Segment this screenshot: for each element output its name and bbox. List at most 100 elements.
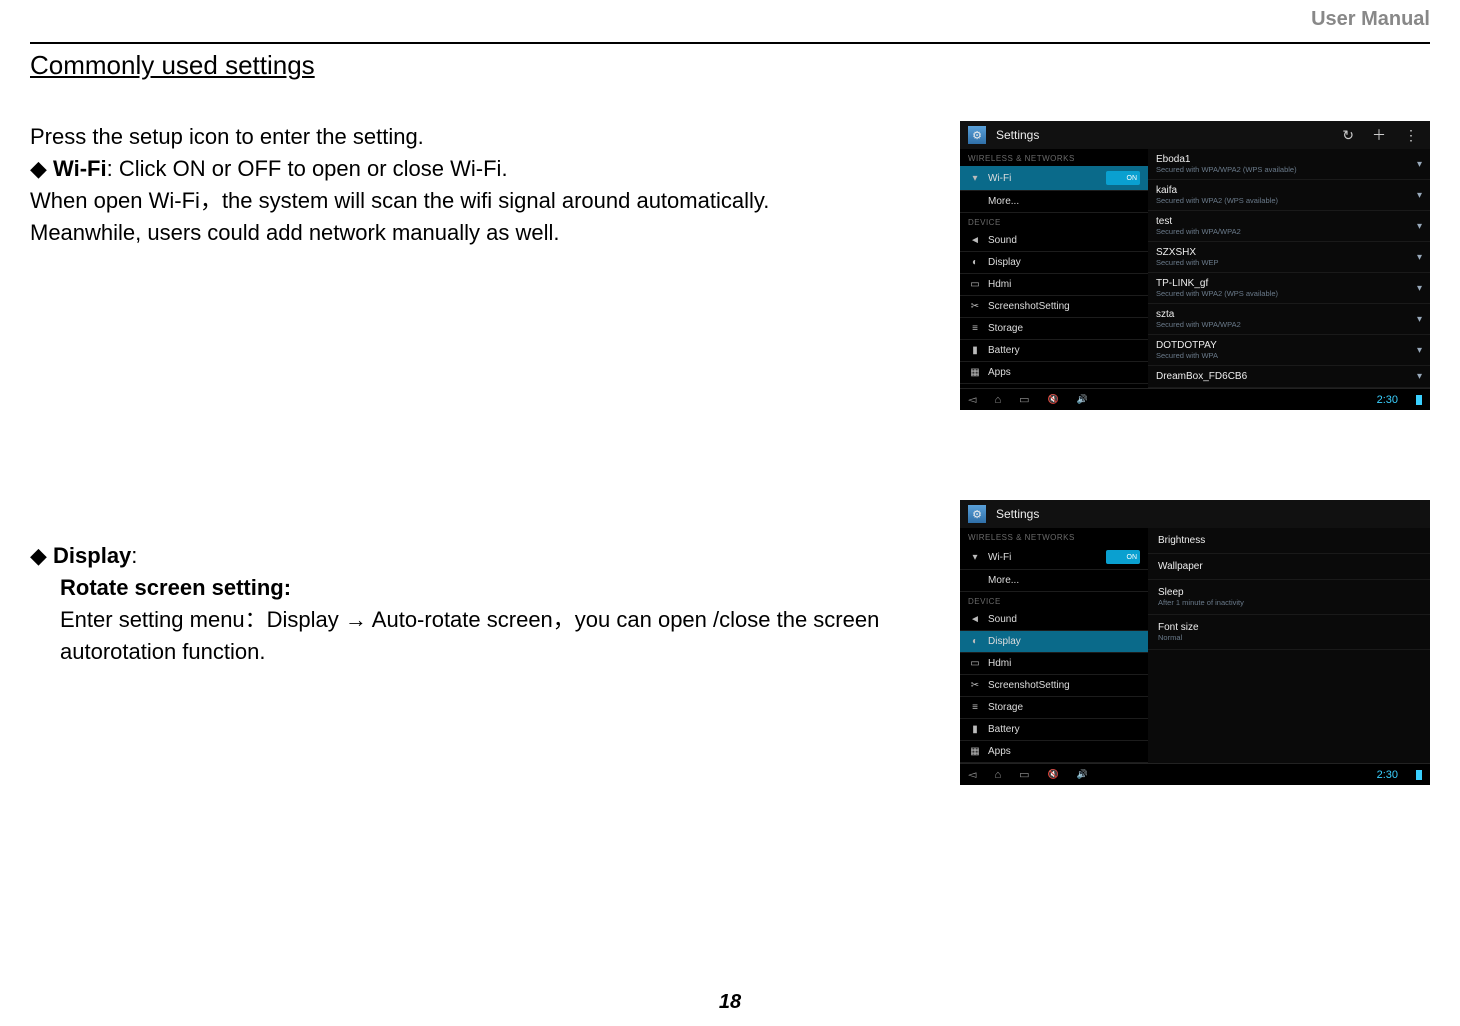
option-sub: After 1 minute of inactivity [1158, 598, 1420, 607]
wifi-toggle[interactable]: ON [1106, 171, 1140, 185]
navigation-bar: ◅ ⌂ ▭ 🔇 🔊 2:30 [960, 388, 1430, 410]
sidebar-item-sound[interactable]: ◄Sound [960, 230, 1148, 252]
option-name: Sleep [1158, 587, 1420, 598]
wifi-network-kaifa[interactable]: kaifaSecured with WPA2 (WPS available)▾ [1148, 180, 1430, 211]
sidebar-item-wi-fi[interactable]: ▾Wi-FiON [960, 166, 1148, 191]
wifi-network-szta[interactable]: sztaSecured with WPA/WPA2▾ [1148, 304, 1430, 335]
rotate-title: Rotate screen setting: [60, 572, 940, 604]
vol-down-icon[interactable]: 🔇 [1048, 769, 1059, 780]
right-pane: Brightness Wallpaper SleepAfter 1 minute o… [1148, 528, 1430, 763]
row-label: Display [988, 257, 1140, 268]
wifi-signal-icon: ▾ [1417, 345, 1422, 356]
vol-down-icon[interactable]: 🔇 [1048, 394, 1059, 405]
display-text: Display: Rotate screen setting: Enter se… [30, 500, 940, 785]
back-icon[interactable]: ◅ [968, 393, 976, 406]
sidebar-item-sound[interactable]: ◄ Sound [960, 609, 1148, 631]
row-label: Sound [988, 235, 1140, 246]
row-icon: ▮ [968, 345, 982, 356]
cat-device: DEVICE [960, 213, 1148, 230]
row-icon: ▾ [968, 552, 982, 563]
row-label: Battery [988, 345, 1140, 356]
sidebar-item-battery[interactable]: ▮ Battery [960, 719, 1148, 741]
row-icon: ≡ [968, 323, 982, 334]
row-label: Apps [988, 746, 1140, 757]
row-icon: ≡ [968, 702, 982, 713]
wifi-network-dreambox-fd6cb6[interactable]: DreamBox_FD6CB6▾ [1148, 366, 1430, 388]
sidebar-item-screenshotsetting[interactable]: ✂ ScreenshotSetting [960, 675, 1148, 697]
sidebar-item-hdmi[interactable]: ▭Hdmi [960, 653, 1148, 675]
display-option-font-size[interactable]: Font sizeNormal [1148, 615, 1430, 650]
battery-icon [1416, 395, 1422, 405]
action-bar: ⚙Settings [960, 500, 1430, 528]
screenshot-display: ⚙SettingsWIRELESS & NETWORKS▾Wi-FiONMore… [960, 500, 1430, 785]
option-name: Wallpaper [1158, 561, 1420, 572]
recent-icon[interactable]: ▭ [1019, 768, 1029, 781]
sidebar-item-wi-fi[interactable]: ▾Wi-FiON [960, 545, 1148, 570]
network-name: DreamBox_FD6CB6 [1156, 371, 1417, 382]
display-option-brightness[interactable]: Brightness [1148, 528, 1430, 554]
sidebar-item-storage[interactable]: ≡ Storage [960, 697, 1148, 719]
display-label: Display [53, 543, 131, 568]
wifi-network-tp-link-gf[interactable]: TP-LINK_gfSecured with WPA2 (WPS availab… [1148, 273, 1430, 304]
row-label: Battery [988, 724, 1140, 735]
wifi-signal-icon: ▾ [1417, 371, 1422, 382]
sidebar-item-more-[interactable]: More... [960, 191, 1148, 213]
row-icon: ✂ [968, 680, 982, 691]
home-icon[interactable]: ⌂ [994, 394, 1001, 406]
row-icon: ▮ [968, 724, 982, 735]
sidebar-item-screenshotsetting[interactable]: ✂ScreenshotSetting [960, 296, 1148, 318]
vol-up-icon[interactable]: 🔊 [1077, 769, 1088, 780]
display-option-sleep[interactable]: SleepAfter 1 minute of inactivity [1148, 580, 1430, 615]
sidebar-item-display[interactable]: ◐Display [960, 631, 1148, 653]
settings-app-icon: ⚙ [968, 505, 986, 523]
wifi-network-eboda1[interactable]: Eboda1Secured with WPA/WPA2 (WPS availab… [1148, 149, 1430, 180]
page-rule [30, 42, 1430, 44]
action-bar: ⚙ Settings ↻ ＋ ⋮ [960, 121, 1430, 149]
page-number: 18 [0, 991, 1460, 1014]
sidebar-item-display[interactable]: ◐Display [960, 252, 1148, 274]
network-name: DOTDOTPAY [1156, 340, 1417, 351]
left-pane: WIRELESS & NETWORKS▾Wi-FiONMore...DEVICE… [960, 149, 1148, 388]
sidebar-item-apps[interactable]: ▦Apps [960, 362, 1148, 384]
menu-icon[interactable]: ⋮ [1400, 127, 1422, 144]
wifi-bullet: Wi-Fi: Click ON or OFF to open or close … [30, 153, 940, 185]
network-security: Secured with WEP [1156, 258, 1417, 267]
wifi-network-test[interactable]: testSecured with WPA/WPA2▾ [1148, 211, 1430, 242]
row-label: ScreenshotSetting [988, 680, 1140, 691]
sidebar-item-battery[interactable]: ▮ Battery [960, 340, 1148, 362]
settings-app-icon: ⚙ [968, 126, 986, 144]
refresh-icon[interactable]: ↻ [1338, 127, 1358, 144]
app-title: Settings [996, 128, 1328, 142]
back-icon[interactable]: ◅ [968, 768, 976, 781]
sidebar-item-more-[interactable]: More... [960, 570, 1148, 592]
vol-up-icon[interactable]: 🔊 [1077, 394, 1088, 405]
wifi-signal-icon: ▾ [1417, 283, 1422, 294]
row-label: Sound [988, 614, 1140, 625]
wifi-network-dotdotpay[interactable]: DOTDOTPAYSecured with WPA▾ [1148, 335, 1430, 366]
row-icon: ▭ [968, 658, 982, 669]
network-name: kaifa [1156, 185, 1417, 196]
row-icon: ✂ [968, 301, 982, 312]
clock: 2:30 [1377, 394, 1398, 406]
display-option-wallpaper[interactable]: Wallpaper [1148, 554, 1430, 580]
network-security: Secured with WPA/WPA2 [1156, 227, 1417, 236]
wifi-network-szxshx[interactable]: SZXSHXSecured with WEP▾ [1148, 242, 1430, 273]
row-icon: ◐ [968, 636, 982, 647]
sidebar-item-storage[interactable]: ≡Storage [960, 318, 1148, 340]
network-name: test [1156, 216, 1417, 227]
row-icon: ▾ [968, 173, 982, 184]
wifi-toggle[interactable]: ON [1106, 550, 1140, 564]
header-label: User Manual [1311, 8, 1430, 31]
row-label: Storage [988, 702, 1140, 713]
panes: WIRELESS & NETWORKS▾Wi-FiONMore...DEVICE… [960, 528, 1430, 763]
recent-icon[interactable]: ▭ [1019, 393, 1029, 406]
row-icon: ◄ [968, 614, 982, 625]
sidebar-item-hdmi[interactable]: ▭Hdmi [960, 274, 1148, 296]
add-icon[interactable]: ＋ [1368, 125, 1390, 145]
left-pane: WIRELESS & NETWORKS▾Wi-FiONMore...DEVICE… [960, 528, 1148, 763]
network-security: Secured with WPA [1156, 351, 1417, 360]
sidebar-item-apps[interactable]: ▦Apps [960, 741, 1148, 763]
cat-device: DEVICE [960, 592, 1148, 609]
network-name: SZXSHX [1156, 247, 1417, 258]
home-icon[interactable]: ⌂ [994, 769, 1001, 781]
